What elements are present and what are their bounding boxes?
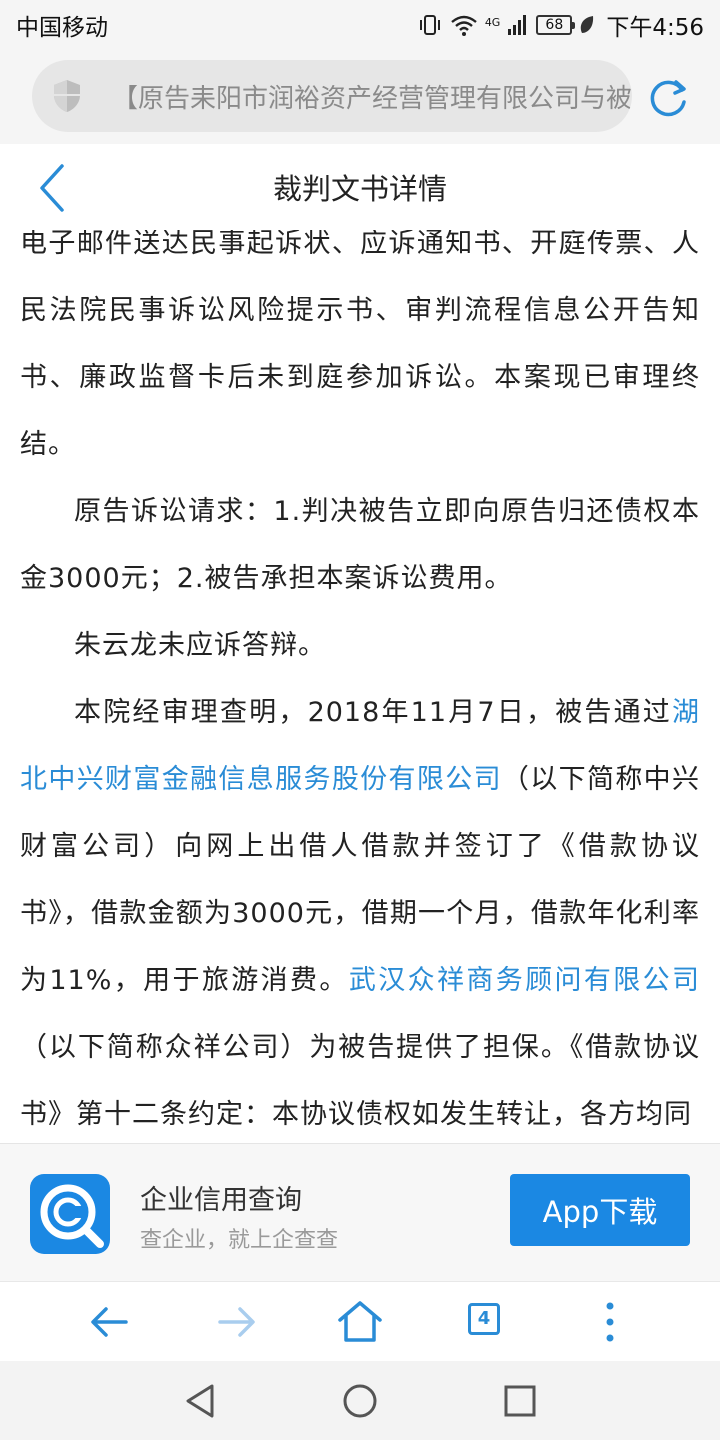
arrow-left-icon[interactable] (86, 1298, 134, 1346)
article-body: 电子邮件送达民事起诉状、应诉通知书、开庭传票、人民法院民事诉讼风险提示书、审判流… (20, 230, 700, 1142)
paragraph-4-text-a: 本院经审理查明，2018年11月7日，被告通过 (74, 697, 672, 728)
banner-subtitle: 查企业，就上企查查 (140, 1228, 339, 1253)
arrow-right-icon[interactable] (212, 1298, 260, 1346)
status-icons: 4G 68 下午4:56 (417, 8, 704, 42)
title-bar: 裁判文书详情 (0, 144, 720, 230)
refresh-icon[interactable] (646, 76, 690, 120)
url-text: 【原告耒阳市润裕资产经营管理有限公司与被 (112, 83, 632, 114)
system-nav-bar (0, 1361, 720, 1440)
battery-icon: 68 (536, 15, 576, 35)
carrier-name: 中国移动 (16, 15, 108, 41)
clock: 下午4:56 (606, 15, 704, 41)
browser-toolbar: 4 (0, 1281, 720, 1361)
app-download-button[interactable]: App下载 (510, 1174, 690, 1246)
paragraph-2: 原告诉讼请求：1.判决被告立即向原告归还债权本金3000元；2.被告承担本案诉讼… (20, 496, 700, 594)
battery-level: 68 (545, 17, 564, 33)
wifi-icon (451, 15, 477, 36)
company-link-zhongxiang[interactable]: 武汉众祥商务顾问有限公司 (349, 965, 700, 996)
url-area: 【原告耒阳市润裕资产经营管理有限公司与被 (0, 50, 720, 144)
app-download-banner: 企业信用查询 查企业，就上企查查 App下载 (0, 1143, 720, 1281)
page-title: 裁判文书详情 (272, 172, 447, 206)
shield-icon (54, 80, 80, 112)
nav-back-icon[interactable] (180, 1381, 220, 1421)
leaf-icon (581, 16, 594, 33)
nav-recents-icon[interactable] (500, 1381, 540, 1421)
qichacha-logo-icon (30, 1174, 110, 1254)
article-content[interactable]: 电子邮件送达民事起诉状、应诉通知书、开庭传票、人民法院民事诉讼风险提示书、审判流… (0, 230, 720, 1142)
paragraph-4-text-b: （以下简称中兴财富公司）向网上出借人借款并签订了《借款协议书》，借款金额为300… (20, 764, 701, 996)
paragraph-4: 本院经审理查明，2018年11月7日，被告通过湖北中兴财富金融信息服务股份有限公… (20, 679, 700, 1142)
tabs-count-button[interactable]: 4 (468, 1303, 500, 1335)
home-icon[interactable] (336, 1298, 384, 1346)
network-type: 4G (484, 16, 501, 29)
more-menu-icon[interactable] (586, 1298, 634, 1346)
paragraph-4-text-c: （以下简称众祥公司）为被告提供了担保。《借款协议书》第十二条约定：本协议债权如发… (20, 1032, 700, 1130)
url-box[interactable]: 【原告耒阳市润裕资产经营管理有限公司与被 (32, 60, 632, 132)
paragraph-1: 电子邮件送达民事起诉状、应诉通知书、开庭传票、人民法院民事诉讼风险提示书、审判流… (20, 230, 700, 460)
banner-title: 企业信用查询 (140, 1185, 302, 1216)
signal-icon (508, 15, 527, 35)
vibrate-icon (419, 15, 440, 35)
paragraph-3: 朱云龙未应诉答辩。 (74, 630, 326, 661)
nav-home-icon[interactable] (340, 1381, 380, 1421)
status-bar: 中国移动 4G 68 下午4:56 (0, 0, 720, 50)
